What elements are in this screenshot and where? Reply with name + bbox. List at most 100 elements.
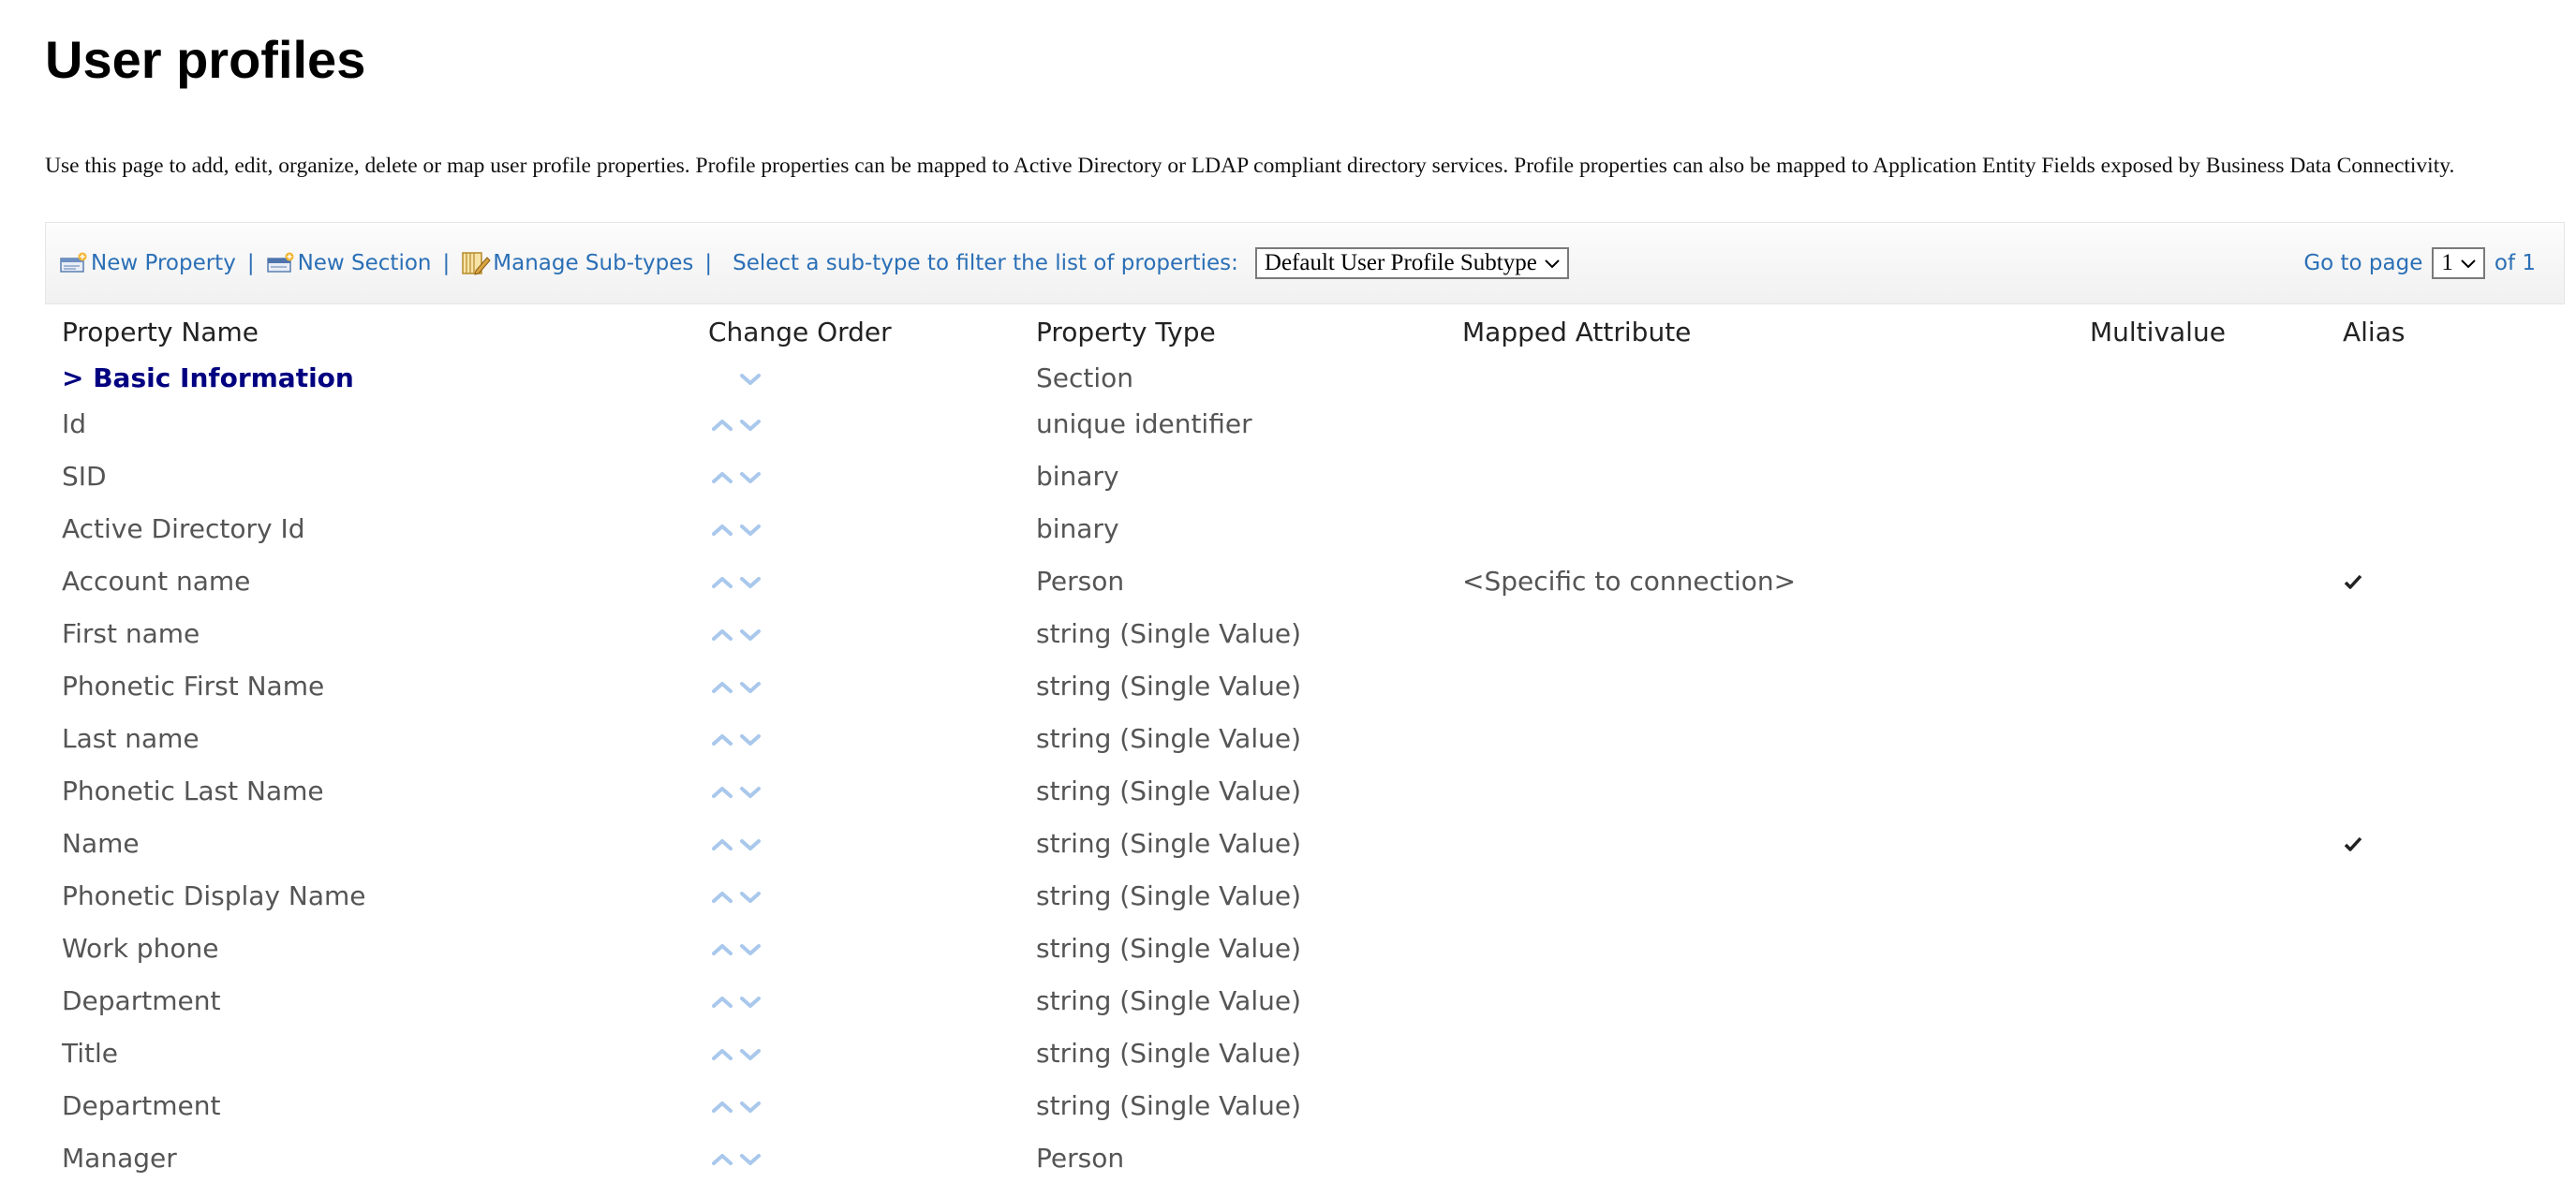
subtype-select[interactable]: Default User Profile Subtype bbox=[1254, 247, 1569, 279]
property-type: Person bbox=[1036, 565, 1125, 597]
move-up-arrow-icon[interactable] bbox=[708, 679, 736, 696]
move-down-arrow-icon[interactable] bbox=[736, 994, 764, 1011]
alias-cell bbox=[2326, 764, 2537, 817]
manage-subtypes-label: Manage Sub-types bbox=[493, 251, 694, 275]
table-row[interactable]: Account name Person <Specific to connectio… bbox=[45, 554, 2537, 607]
property-type: string (Single Value) bbox=[1036, 932, 1301, 964]
subtype-select-value: Default User Profile Subtype bbox=[1264, 250, 1537, 275]
table-row[interactable]: Active Directory Id binary bbox=[45, 502, 2537, 554]
property-name[interactable]: Phonetic Display Name bbox=[45, 869, 691, 922]
property-name[interactable]: Department bbox=[45, 974, 691, 1027]
move-down-arrow-icon[interactable] bbox=[736, 627, 764, 643]
property-name[interactable]: Name bbox=[45, 817, 691, 869]
table-row[interactable]: Department string (Single Value) bbox=[45, 1079, 2537, 1131]
move-up-arrow-icon[interactable] bbox=[708, 1099, 736, 1116]
move-up-arrow-icon[interactable] bbox=[708, 417, 736, 434]
table-row[interactable]: SID binary bbox=[45, 450, 2537, 502]
mapped-attribute bbox=[1445, 974, 2073, 1027]
move-down-arrow-icon[interactable] bbox=[736, 889, 764, 906]
new-section-link[interactable]: New Section bbox=[266, 250, 432, 276]
page-description: Use this page to add, edit, organize, de… bbox=[45, 154, 2455, 178]
property-name[interactable]: Active Directory Id bbox=[45, 502, 691, 554]
move-up-arrow-icon[interactable] bbox=[708, 732, 736, 748]
alias-cell bbox=[2326, 974, 2537, 1027]
page-select[interactable]: 1 bbox=[2432, 247, 2485, 279]
property-name[interactable]: Phonetic Last Name bbox=[45, 764, 691, 817]
property-name[interactable]: Phonetic First Name bbox=[45, 659, 691, 712]
multivalue bbox=[2073, 554, 2326, 607]
table-row[interactable]: First name string (Single Value) bbox=[45, 607, 2537, 659]
change-order-cell bbox=[691, 607, 1019, 659]
table-row[interactable]: Phonetic First Name string (Single Value) bbox=[45, 659, 2537, 712]
table-row[interactable]: Title string (Single Value) bbox=[45, 1027, 2537, 1079]
move-down-arrow-icon[interactable] bbox=[736, 371, 764, 388]
move-down-arrow-icon[interactable] bbox=[736, 574, 764, 591]
mapped-attribute bbox=[1445, 1079, 2073, 1131]
new-property-link[interactable]: New Property bbox=[59, 250, 236, 276]
new-property-label: New Property bbox=[91, 251, 236, 275]
table-row[interactable]: Department string (Single Value) bbox=[45, 974, 2537, 1027]
alias-cell bbox=[2326, 1027, 2537, 1079]
alias-cell bbox=[2326, 817, 2537, 869]
property-type: string (Single Value) bbox=[1036, 617, 1301, 649]
move-down-arrow-icon[interactable] bbox=[736, 732, 764, 748]
property-name[interactable]: Title bbox=[45, 1027, 691, 1079]
property-name[interactable]: SID bbox=[45, 450, 691, 502]
manage-subtypes-link[interactable]: Manage Sub-types bbox=[461, 250, 693, 276]
table-row[interactable]: Last name string (Single Value) bbox=[45, 712, 2537, 764]
property-name[interactable]: Manager bbox=[45, 1131, 691, 1184]
property-type: string (Single Value) bbox=[1036, 775, 1301, 806]
move-up-arrow-icon[interactable] bbox=[708, 1151, 736, 1168]
order-arrows bbox=[708, 407, 764, 434]
table-row[interactable]: Manager Person bbox=[45, 1131, 2537, 1184]
move-down-arrow-icon[interactable] bbox=[736, 1099, 764, 1116]
move-down-arrow-icon[interactable] bbox=[736, 836, 764, 853]
page-title: User profiles bbox=[45, 30, 366, 89]
property-name[interactable]: Work phone bbox=[45, 922, 691, 974]
move-up-arrow-icon[interactable] bbox=[708, 574, 736, 591]
move-up-arrow-icon[interactable] bbox=[708, 627, 736, 643]
move-down-arrow-icon[interactable] bbox=[736, 941, 764, 958]
property-name[interactable]: Account name bbox=[45, 554, 691, 607]
move-up-arrow-icon[interactable] bbox=[708, 522, 736, 539]
move-up-arrow-icon[interactable] bbox=[708, 784, 736, 801]
manage-subtypes-icon bbox=[461, 250, 491, 276]
property-name[interactable]: First name bbox=[45, 607, 691, 659]
move-down-arrow-icon[interactable] bbox=[736, 417, 764, 434]
move-up-arrow-icon[interactable] bbox=[708, 941, 736, 958]
move-up-arrow-icon[interactable] bbox=[708, 994, 736, 1011]
table-row[interactable]: Phonetic Display Name string (Single Valu… bbox=[45, 869, 2537, 922]
move-down-arrow-icon[interactable] bbox=[736, 469, 764, 486]
property-name[interactable]: Last name bbox=[45, 712, 691, 764]
table-row[interactable]: Name string (Single Value) bbox=[45, 817, 2537, 869]
move-up-arrow-icon[interactable] bbox=[708, 836, 736, 853]
property-type: string (Single Value) bbox=[1036, 827, 1301, 859]
move-up-arrow-icon[interactable] bbox=[708, 889, 736, 906]
move-up-arrow-icon[interactable] bbox=[708, 1046, 736, 1063]
order-arrows bbox=[708, 565, 764, 591]
column-header-alias: Alias bbox=[2343, 316, 2406, 347]
move-down-arrow-icon[interactable] bbox=[736, 1151, 764, 1168]
table-row[interactable]: Phonetic Last Name string (Single Value) bbox=[45, 764, 2537, 817]
move-up-arrow-icon[interactable] bbox=[708, 469, 736, 486]
multivalue bbox=[2073, 1079, 2326, 1131]
move-down-arrow-icon[interactable] bbox=[736, 1046, 764, 1063]
move-down-arrow-icon[interactable] bbox=[736, 679, 764, 696]
multivalue bbox=[2073, 607, 2326, 659]
change-order-cell bbox=[691, 869, 1019, 922]
multivalue bbox=[2073, 712, 2326, 764]
properties-toolbar: New Property | New Section | Manage Sub-… bbox=[45, 222, 2565, 304]
property-name[interactable]: Id bbox=[45, 397, 691, 450]
table-row[interactable]: Work phone string (Single Value) bbox=[45, 922, 2537, 974]
move-down-arrow-icon[interactable] bbox=[736, 784, 764, 801]
new-section-icon bbox=[266, 250, 296, 276]
table-row[interactable]: Id unique identifier bbox=[45, 397, 2537, 450]
property-name[interactable]: Department bbox=[45, 1079, 691, 1131]
multivalue bbox=[2073, 1131, 2326, 1184]
order-arrows bbox=[708, 932, 764, 958]
section-basic-information[interactable]: > Basic Information bbox=[62, 362, 354, 393]
multivalue bbox=[2073, 974, 2326, 1027]
table-header-row: Property Name Change Order Property Type… bbox=[45, 305, 2537, 358]
order-arrows bbox=[708, 879, 764, 906]
move-down-arrow-icon[interactable] bbox=[736, 522, 764, 539]
